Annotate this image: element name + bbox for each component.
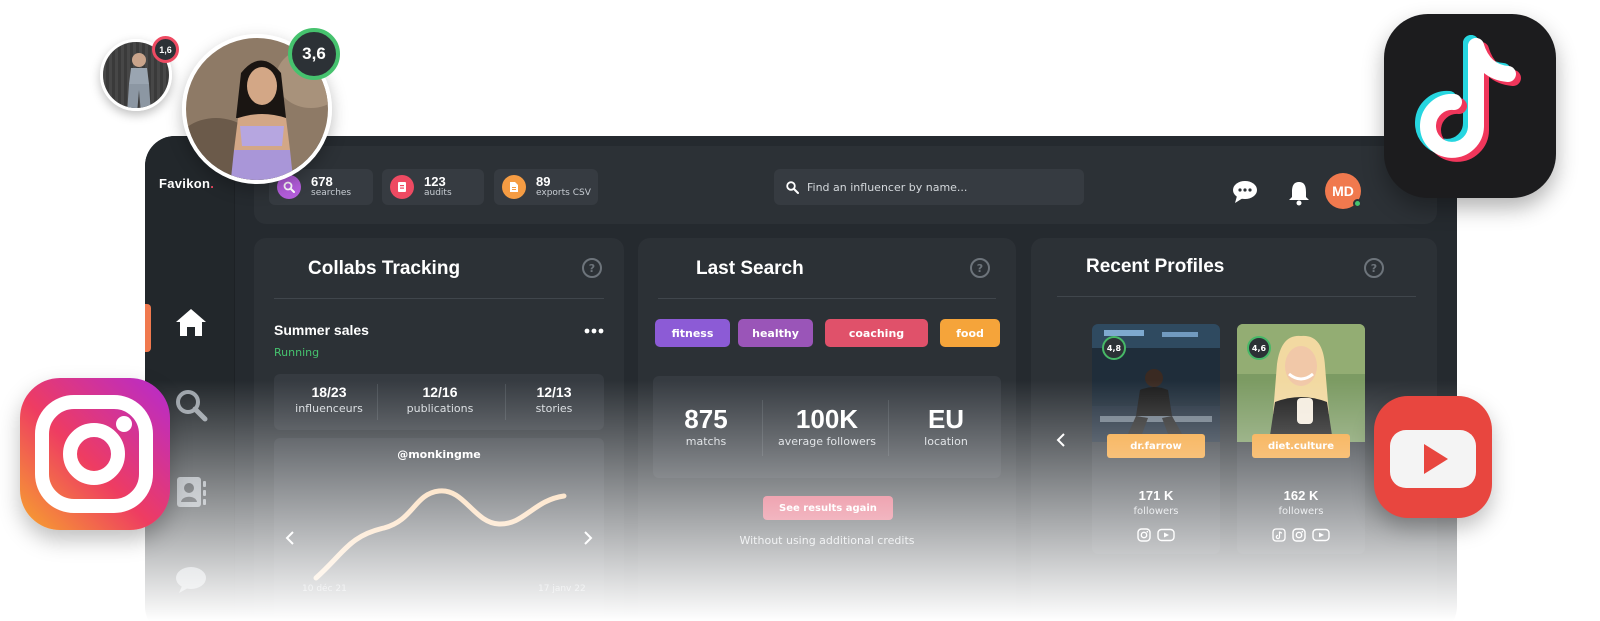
metric-label: location bbox=[924, 435, 968, 448]
divider bbox=[888, 400, 889, 456]
divider bbox=[377, 384, 378, 420]
audit-icon bbox=[390, 175, 414, 199]
chart-end-date: 17 janv 22 bbox=[538, 584, 586, 594]
search-placeholder: Find an influencer by name... bbox=[807, 180, 968, 194]
tiktok-logo-icon bbox=[1384, 14, 1556, 198]
card-title: Last Search bbox=[696, 258, 804, 279]
tag-fitness[interactable]: fitness bbox=[655, 319, 730, 347]
stat-label: exports CSV bbox=[536, 188, 591, 198]
stat-label: audits bbox=[424, 188, 452, 198]
card-title: Recent Profiles bbox=[1086, 256, 1225, 277]
search-icon[interactable] bbox=[173, 387, 209, 423]
tag-healthy[interactable]: healthy bbox=[738, 319, 813, 347]
youtube-icon bbox=[1157, 528, 1175, 542]
contacts-icon[interactable] bbox=[173, 474, 209, 510]
profile-followers-label: followers bbox=[1133, 506, 1179, 517]
chart-prev-arrow-icon[interactable] bbox=[284, 530, 296, 549]
user-avatar[interactable]: MD bbox=[1325, 173, 1362, 209]
brand-logo[interactable]: Favikon. bbox=[159, 176, 214, 191]
stat-label: searches bbox=[311, 188, 352, 198]
help-icon[interactable]: ? bbox=[1364, 258, 1384, 278]
stat-exports: 89 exports CSV bbox=[494, 169, 598, 205]
profiles-prev-arrow-icon[interactable] bbox=[1055, 432, 1067, 451]
profile-score-badge: 4,6 bbox=[1247, 336, 1271, 360]
stat-value: 678 bbox=[311, 174, 333, 189]
large-score-badge: 3,6 bbox=[288, 28, 340, 80]
profile-score-badge: 4,8 bbox=[1102, 336, 1126, 360]
metric-publications: 12/16 publications bbox=[384, 384, 496, 415]
chart-start-date: 10 déc 21 bbox=[302, 584, 347, 594]
see-results-again-button[interactable]: See results again bbox=[763, 496, 893, 520]
instagram-logo-icon bbox=[20, 378, 170, 530]
metric-label: publications bbox=[406, 402, 474, 415]
divider bbox=[658, 298, 996, 299]
youtube-icon bbox=[1312, 528, 1330, 542]
profile-name-button[interactable]: diet.culture bbox=[1252, 434, 1350, 458]
metric-label: stories bbox=[535, 402, 573, 415]
metric-value: 12/13 bbox=[536, 384, 572, 400]
metric-label: influenceurs bbox=[295, 402, 363, 415]
more-options-icon[interactable] bbox=[584, 320, 604, 339]
card-title: Collabs Tracking bbox=[308, 258, 461, 279]
social-networks bbox=[1092, 528, 1220, 542]
divider bbox=[274, 298, 604, 299]
campaign-status: Running bbox=[274, 346, 320, 359]
tiktok-icon bbox=[1272, 528, 1286, 542]
metric-label: average followers bbox=[778, 435, 876, 448]
profile-followers-label: followers bbox=[1278, 506, 1324, 517]
campaign-name: Summer sales bbox=[274, 322, 369, 338]
notifications-bell-icon[interactable] bbox=[1287, 180, 1313, 206]
metric-value: 100K bbox=[795, 404, 859, 434]
instagram-icon bbox=[1137, 528, 1151, 542]
app-window: Favikon. 678 searches 123 audits 89 expo… bbox=[145, 136, 1457, 621]
top-bar: 678 searches 123 audits 89 exports CSV Find… bbox=[254, 146, 1437, 224]
campaign-metrics: 18/23 influenceurs 12/16 publications 12… bbox=[274, 374, 604, 430]
profile-name-button[interactable]: dr.farrow bbox=[1107, 434, 1205, 458]
youtube-logo-icon bbox=[1374, 396, 1492, 518]
stat-value: 89 bbox=[536, 174, 551, 189]
online-status-dot bbox=[1353, 199, 1362, 208]
search-icon bbox=[786, 180, 799, 194]
help-icon[interactable]: ? bbox=[970, 258, 990, 278]
divider bbox=[762, 400, 763, 456]
metric-location: EU location bbox=[891, 404, 1001, 448]
divider bbox=[1057, 296, 1416, 297]
social-networks bbox=[1237, 528, 1365, 542]
user-initials: MD bbox=[1332, 183, 1354, 199]
profile-card[interactable]: 4,8 dr.farrow 171 K followers bbox=[1092, 324, 1220, 554]
small-score-badge: 1,6 bbox=[152, 36, 179, 63]
messages-icon[interactable] bbox=[1232, 180, 1258, 206]
chart-next-arrow-icon[interactable] bbox=[582, 530, 594, 549]
active-indicator bbox=[145, 304, 151, 352]
influencer-search-input[interactable]: Find an influencer by name... bbox=[774, 169, 1084, 205]
metric-average-followers: 100K average followers bbox=[765, 404, 889, 448]
stat-audits: 123 audits bbox=[382, 169, 484, 205]
chat-icon[interactable] bbox=[173, 562, 209, 598]
tag-coaching[interactable]: coaching bbox=[825, 319, 928, 347]
last-search-card: Last Search ? fitness healthy coaching f… bbox=[638, 238, 1016, 621]
metric-influencers: 18/23 influenceurs bbox=[274, 384, 384, 415]
file-icon bbox=[502, 175, 526, 199]
stat-value: 123 bbox=[424, 174, 446, 189]
metric-value: EU bbox=[927, 404, 965, 434]
profile-followers-count: 171 K bbox=[1138, 488, 1174, 503]
tag-food[interactable]: food bbox=[940, 319, 1000, 347]
profile-card[interactable]: 4,6 diet.culture 162 K followers bbox=[1237, 324, 1365, 554]
credits-note: Without using additional credits bbox=[739, 534, 915, 547]
help-icon[interactable]: ? bbox=[582, 258, 602, 278]
metric-value: 875 bbox=[684, 404, 728, 434]
metric-label: matchs bbox=[685, 435, 727, 448]
home-icon[interactable] bbox=[173, 304, 209, 340]
search-metrics: 875 matchs 100K average followers EU loc… bbox=[653, 376, 1001, 478]
instagram-icon bbox=[1292, 528, 1306, 542]
metric-stories: 12/13 stories bbox=[504, 384, 604, 415]
collabs-tracking-card: Collabs Tracking ? Summer sales Running … bbox=[254, 238, 624, 621]
profile-followers-count: 162 K bbox=[1283, 488, 1319, 503]
metric-value: 12/16 bbox=[422, 384, 458, 400]
metric-matchs: 875 matchs bbox=[653, 404, 759, 448]
engagement-chart: @monkingme 10 déc 21 17 janv 22 bbox=[274, 438, 604, 621]
metric-value: 18/23 bbox=[311, 384, 347, 400]
